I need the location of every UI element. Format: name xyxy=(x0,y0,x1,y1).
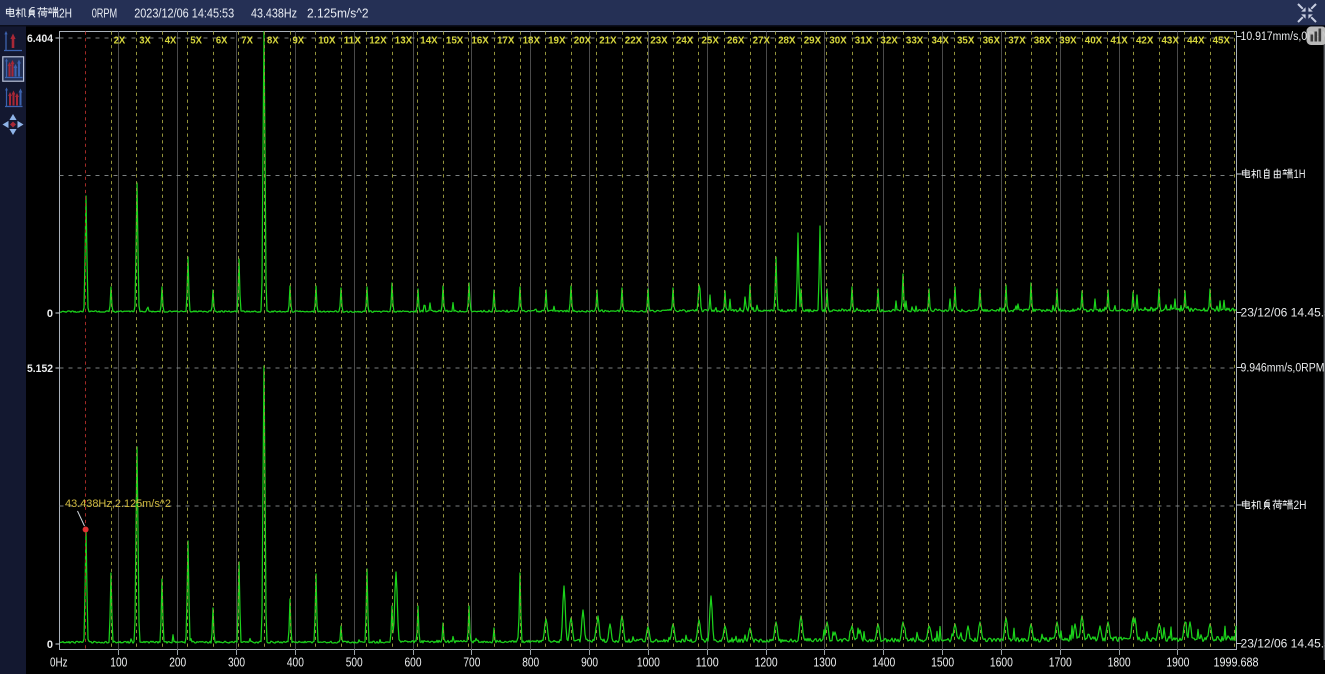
svg-text:42X: 42X xyxy=(1136,35,1153,47)
svg-text:1100: 1100 xyxy=(696,655,719,670)
svg-text:19X: 19X xyxy=(548,35,565,47)
svg-text:13X: 13X xyxy=(395,35,412,47)
svg-text:16X: 16X xyxy=(471,35,488,47)
svg-text:1800: 1800 xyxy=(1108,655,1131,670)
svg-text:41X: 41X xyxy=(1110,35,1127,47)
svg-text:27X: 27X xyxy=(753,35,770,47)
svg-text:18X: 18X xyxy=(523,35,540,47)
svg-text:1999.688: 1999.688 xyxy=(1214,655,1259,670)
svg-text:12X: 12X xyxy=(369,35,386,47)
svg-text:37X: 37X xyxy=(1008,35,1025,47)
svg-text:36X: 36X xyxy=(983,35,1000,47)
svg-text:3X: 3X xyxy=(139,35,151,47)
svg-text:2.125m/s^2: 2.125m/s^2 xyxy=(307,7,369,21)
svg-text:32X: 32X xyxy=(880,35,897,47)
svg-text:24X: 24X xyxy=(676,35,693,47)
svg-text:5.152: 5.152 xyxy=(27,363,53,375)
svg-text:28X: 28X xyxy=(778,35,795,47)
svg-text:0Hz: 0Hz xyxy=(50,655,68,670)
svg-text:500: 500 xyxy=(346,655,363,670)
svg-text:200: 200 xyxy=(169,655,186,670)
svg-text:100: 100 xyxy=(110,655,127,670)
svg-text:2X: 2X xyxy=(114,35,126,47)
svg-text:6.404: 6.404 xyxy=(27,33,54,45)
svg-text:800: 800 xyxy=(522,655,539,670)
svg-text:700: 700 xyxy=(463,655,480,670)
svg-text:1300: 1300 xyxy=(813,655,836,670)
svg-text:33X: 33X xyxy=(906,35,923,47)
svg-text:23/12/06 14.45.53: 23/12/06 14.45.53 xyxy=(1241,308,1325,320)
svg-text:900: 900 xyxy=(581,655,598,670)
svg-text:1000: 1000 xyxy=(637,655,660,670)
svg-text:20X: 20X xyxy=(574,35,591,47)
svg-text:23/12/06 14.45.53: 23/12/06 14.45.53 xyxy=(1241,639,1325,651)
svg-text:400: 400 xyxy=(287,655,304,670)
svg-text:2H: 2H xyxy=(1294,500,1307,512)
svg-text:7X: 7X xyxy=(241,35,253,47)
svg-text:45X: 45X xyxy=(1213,35,1230,47)
svg-text:1200: 1200 xyxy=(755,655,778,670)
svg-text:34X: 34X xyxy=(932,35,949,47)
svg-text:14X: 14X xyxy=(420,35,437,47)
svg-text:1400: 1400 xyxy=(872,655,895,670)
svg-text:21X: 21X xyxy=(599,35,616,47)
svg-text:9X: 9X xyxy=(293,35,305,47)
svg-text:5X: 5X xyxy=(190,35,202,47)
svg-text:0RPM: 0RPM xyxy=(92,7,118,21)
svg-text:300: 300 xyxy=(228,655,245,670)
svg-text:25X: 25X xyxy=(702,35,719,47)
svg-text:44X: 44X xyxy=(1187,35,1204,47)
svg-text:30X: 30X xyxy=(829,35,846,47)
svg-text:11X: 11X xyxy=(344,35,361,47)
svg-text:38X: 38X xyxy=(1034,35,1051,47)
svg-text:23X: 23X xyxy=(650,35,667,47)
svg-text:8X: 8X xyxy=(267,35,279,47)
svg-text:0: 0 xyxy=(47,308,53,320)
svg-text:1500: 1500 xyxy=(931,655,954,670)
svg-text:0: 0 xyxy=(47,639,53,651)
svg-text:43X: 43X xyxy=(1162,35,1179,47)
svg-text:1H: 1H xyxy=(1294,169,1306,181)
svg-text:600: 600 xyxy=(405,655,422,670)
svg-text:2023/12/06 14:45:53: 2023/12/06 14:45:53 xyxy=(134,7,234,21)
svg-text:29X: 29X xyxy=(804,35,821,47)
svg-text:43.438Hz: 43.438Hz xyxy=(251,7,297,21)
svg-text:26X: 26X xyxy=(727,35,744,47)
svg-text:17X: 17X xyxy=(497,35,514,47)
svg-text:10X: 10X xyxy=(318,35,335,47)
svg-text:1600: 1600 xyxy=(990,655,1013,670)
svg-text:9.946mm/s,0RPM: 9.946mm/s,0RPM xyxy=(1241,363,1325,375)
svg-text:1700: 1700 xyxy=(1049,655,1072,670)
svg-text:6X: 6X xyxy=(216,35,228,47)
svg-text:4X: 4X xyxy=(165,35,177,47)
svg-text:15X: 15X xyxy=(446,35,463,47)
svg-text:1900: 1900 xyxy=(1166,655,1189,670)
svg-text:31X: 31X xyxy=(855,35,872,47)
svg-text:35X: 35X xyxy=(957,35,974,47)
svg-text:40X: 40X xyxy=(1085,35,1102,47)
svg-text:39X: 39X xyxy=(1059,35,1076,47)
svg-text:22X: 22X xyxy=(625,35,642,47)
svg-text:2H: 2H xyxy=(59,7,72,21)
svg-text:43.438Hz,2.125m/s^2: 43.438Hz,2.125m/s^2 xyxy=(65,498,171,510)
